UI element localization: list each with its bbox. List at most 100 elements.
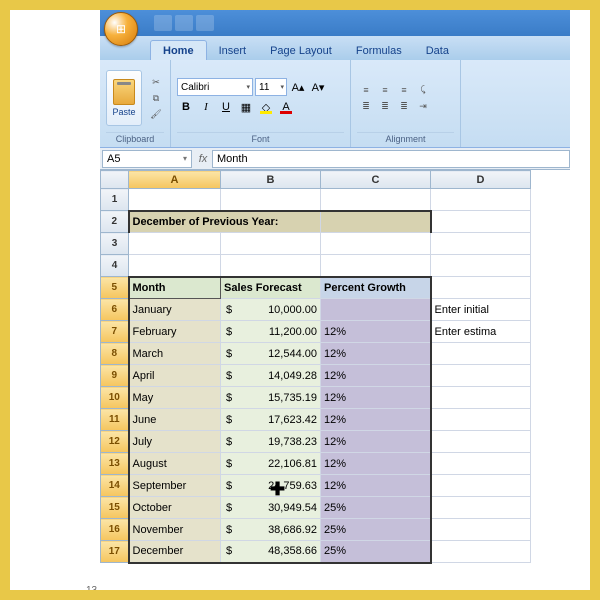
underline-button[interactable]: U bbox=[217, 98, 235, 116]
font-name-combo[interactable]: Calibri bbox=[177, 78, 253, 96]
cell-growth-13[interactable]: 12% bbox=[321, 453, 431, 475]
cell-d14[interactable] bbox=[431, 475, 531, 497]
orientation-button[interactable]: ⤹ bbox=[414, 82, 432, 98]
row-header-5[interactable]: 5 bbox=[101, 277, 129, 299]
tab-formulas[interactable]: Formulas bbox=[344, 41, 414, 60]
cell-forecast-7[interactable]: $11,200.00 bbox=[221, 321, 321, 343]
cell-d3[interactable] bbox=[431, 233, 531, 255]
cell-d12[interactable] bbox=[431, 431, 531, 453]
cell-growth-11[interactable]: 12% bbox=[321, 409, 431, 431]
cell-month-10[interactable]: May bbox=[129, 387, 221, 409]
cell-month-17[interactable]: December bbox=[129, 541, 221, 563]
bold-button[interactable]: B bbox=[177, 98, 195, 116]
row-header-12[interactable]: 12 bbox=[101, 431, 129, 453]
cell-month-16[interactable]: November bbox=[129, 519, 221, 541]
cell-b3[interactable] bbox=[221, 233, 321, 255]
cut-button[interactable]: ✂ bbox=[148, 75, 164, 89]
cell-growth-10[interactable]: 12% bbox=[321, 387, 431, 409]
cell-month-7[interactable]: February bbox=[129, 321, 221, 343]
row-header-17[interactable]: 17 bbox=[101, 541, 129, 563]
row-header-4[interactable]: 4 bbox=[101, 255, 129, 277]
cell-growth-16[interactable]: 25% bbox=[321, 519, 431, 541]
cell-growth-12[interactable]: 12% bbox=[321, 431, 431, 453]
cell-forecast-6[interactable]: $10,000.00 bbox=[221, 299, 321, 321]
row-header-13[interactable]: 13 bbox=[101, 453, 129, 475]
cell-header-month[interactable]: Month bbox=[129, 277, 221, 299]
cell-growth-14[interactable]: 12% bbox=[321, 475, 431, 497]
cell-d2[interactable] bbox=[431, 211, 531, 233]
col-header-D[interactable]: D bbox=[431, 171, 531, 189]
align-bottom-button[interactable]: ≡ bbox=[395, 82, 413, 98]
grow-font-button[interactable]: A▴ bbox=[289, 78, 307, 96]
cell-forecast-9[interactable]: $14,049.28 bbox=[221, 365, 321, 387]
row-header-6[interactable]: 6 bbox=[101, 299, 129, 321]
row-header-10[interactable]: 10 bbox=[101, 387, 129, 409]
cell-a3[interactable] bbox=[129, 233, 221, 255]
align-center-button[interactable]: ≣ bbox=[376, 99, 394, 115]
cell-month-15[interactable]: October bbox=[129, 497, 221, 519]
cell-b1[interactable] bbox=[221, 189, 321, 211]
row-header-16[interactable]: 16 bbox=[101, 519, 129, 541]
indent-button[interactable]: ⇥ bbox=[414, 99, 432, 115]
fx-icon[interactable]: fx bbox=[194, 153, 212, 165]
format-painter-button[interactable]: 🖌 bbox=[148, 107, 164, 121]
border-button[interactable]: ▦ bbox=[237, 98, 255, 116]
row-header-9[interactable]: 9 bbox=[101, 365, 129, 387]
cell-a4[interactable] bbox=[129, 255, 221, 277]
shrink-font-button[interactable]: A▾ bbox=[309, 78, 327, 96]
cell-d9[interactable] bbox=[431, 365, 531, 387]
row-header-15[interactable]: 15 bbox=[101, 497, 129, 519]
cell-forecast-13[interactable]: $22,106.81 bbox=[221, 453, 321, 475]
tab-data[interactable]: Data bbox=[414, 41, 461, 60]
cell-forecast-8[interactable]: $12,544.00 bbox=[221, 343, 321, 365]
align-top-button[interactable]: ≡ bbox=[357, 82, 375, 98]
cell-forecast-14[interactable]: $24,759.63 bbox=[221, 475, 321, 497]
fill-color-button[interactable]: ◇ bbox=[257, 98, 275, 116]
cell-c4[interactable] bbox=[321, 255, 431, 277]
cell-d1[interactable] bbox=[431, 189, 531, 211]
cell-d5[interactable] bbox=[431, 277, 531, 299]
spreadsheet-grid[interactable]: ABCD12December of Previous Year:345Month… bbox=[100, 170, 570, 564]
name-box[interactable]: A5 bbox=[102, 150, 192, 168]
select-all-corner[interactable] bbox=[101, 171, 129, 189]
cell-d4[interactable] bbox=[431, 255, 531, 277]
undo-icon[interactable] bbox=[175, 15, 193, 31]
cell-month-9[interactable]: April bbox=[129, 365, 221, 387]
col-header-C[interactable]: C bbox=[321, 171, 431, 189]
row-header-11[interactable]: 11 bbox=[101, 409, 129, 431]
cell-d15[interactable] bbox=[431, 497, 531, 519]
tab-insert[interactable]: Insert bbox=[207, 41, 259, 60]
copy-button[interactable]: ⧉ bbox=[148, 91, 164, 105]
row-header-14[interactable]: 14 bbox=[101, 475, 129, 497]
cell-forecast-12[interactable]: $19,738.23 bbox=[221, 431, 321, 453]
cell-forecast-10[interactable]: $15,735.19 bbox=[221, 387, 321, 409]
cell-c1[interactable] bbox=[321, 189, 431, 211]
cell-header-forecast[interactable]: Sales Forecast bbox=[221, 277, 321, 299]
office-button[interactable] bbox=[104, 12, 138, 46]
cell-month-11[interactable]: June bbox=[129, 409, 221, 431]
quick-access-toolbar[interactable] bbox=[154, 15, 214, 31]
cell-growth-8[interactable]: 12% bbox=[321, 343, 431, 365]
cell-c3[interactable] bbox=[321, 233, 431, 255]
save-icon[interactable] bbox=[154, 15, 172, 31]
cell-growth-6[interactable] bbox=[321, 299, 431, 321]
tab-home[interactable]: Home bbox=[150, 40, 207, 60]
cell-d6[interactable]: Enter initial bbox=[431, 299, 531, 321]
cell-header-growth[interactable]: Percent Growth bbox=[321, 277, 431, 299]
cell-d7[interactable]: Enter estima bbox=[431, 321, 531, 343]
cell-c2[interactable] bbox=[321, 211, 431, 233]
cell-forecast-16[interactable]: $38,686.92 bbox=[221, 519, 321, 541]
italic-button[interactable]: I bbox=[197, 98, 215, 116]
cell-growth-7[interactable]: 12% bbox=[321, 321, 431, 343]
align-right-button[interactable]: ≣ bbox=[395, 99, 413, 115]
align-left-button[interactable]: ≣ bbox=[357, 99, 375, 115]
redo-icon[interactable] bbox=[196, 15, 214, 31]
cell-b4[interactable] bbox=[221, 255, 321, 277]
align-middle-button[interactable]: ≡ bbox=[376, 82, 394, 98]
cell-month-14[interactable]: September bbox=[129, 475, 221, 497]
tab-page-layout[interactable]: Page Layout bbox=[258, 41, 344, 60]
cell-forecast-15[interactable]: $30,949.54 bbox=[221, 497, 321, 519]
cell-a1[interactable] bbox=[129, 189, 221, 211]
cell-month-13[interactable]: August bbox=[129, 453, 221, 475]
col-header-B[interactable]: B bbox=[221, 171, 321, 189]
